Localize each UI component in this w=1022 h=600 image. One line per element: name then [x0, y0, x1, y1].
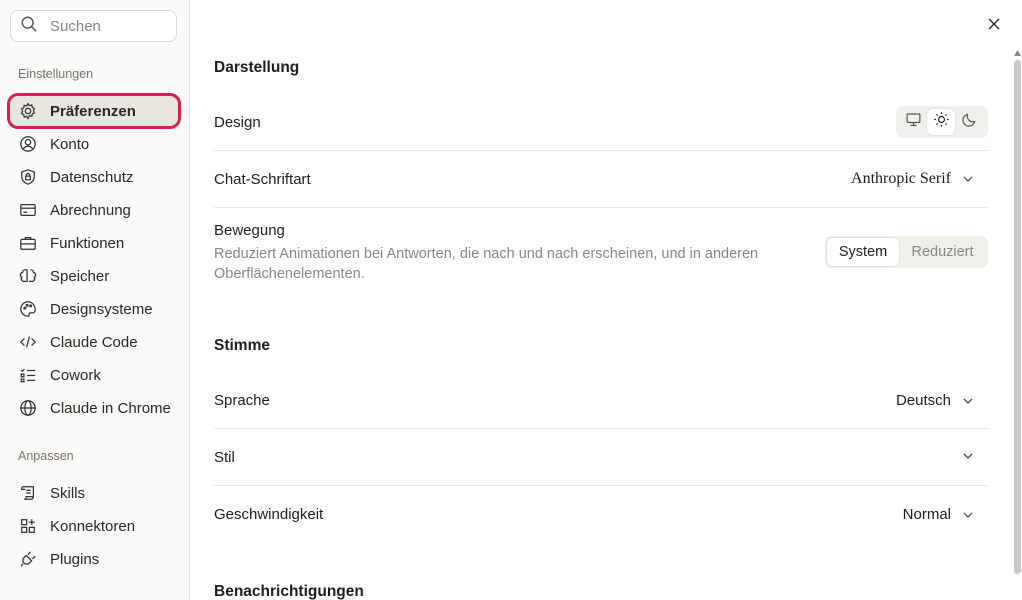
motion-reduced-button[interactable]: Reduziert — [899, 238, 986, 266]
sidebar-item-konto[interactable]: Konto — [10, 129, 178, 159]
speed-select[interactable]: Normal — [903, 506, 975, 523]
palette-icon — [19, 300, 37, 318]
sidebar-item-plugins[interactable]: Plugins — [10, 544, 178, 574]
motion-description: Reduziert Animationen bei Antworten, die… — [214, 246, 759, 282]
sidebar-item-label: Claude in Chrome — [50, 399, 171, 417]
sidebar-item-designsysteme[interactable]: Designsysteme — [10, 294, 178, 324]
sidebar-item-label: Datenschutz — [50, 168, 134, 186]
search-placeholder: Suchen — [50, 17, 101, 35]
design-dark-button[interactable] — [955, 109, 983, 135]
search-input[interactable]: Suchen — [10, 10, 177, 42]
monitor-icon — [905, 111, 922, 133]
language-value: Deutsch — [895, 392, 951, 409]
divider — [214, 485, 988, 486]
sidebar-item-funktionen[interactable]: Funktionen — [10, 228, 178, 258]
globe-icon — [19, 399, 37, 417]
chevron-down-icon — [961, 508, 975, 522]
gear-icon — [19, 102, 37, 120]
divider — [214, 150, 988, 151]
grid-plus-icon — [19, 517, 37, 535]
sidebar-item-label: Claude Code — [50, 333, 138, 351]
customize-section-label: Anpassen — [18, 449, 74, 463]
chevron-down-icon — [961, 394, 975, 408]
sidebar-item-skills[interactable]: Skills — [10, 478, 178, 508]
section-title-appearance: Darstellung — [214, 59, 300, 76]
style-select[interactable] — [951, 449, 975, 463]
motion-system-button[interactable]: System — [827, 238, 899, 266]
language-label: Sprache — [214, 392, 270, 409]
sidebar-item-label: Speicher — [50, 267, 110, 285]
divider — [214, 207, 988, 208]
checklist-icon — [19, 366, 37, 384]
chevron-down-icon — [961, 172, 975, 186]
section-title-notifications: Benachrichtigungen — [214, 583, 364, 600]
credit-card-icon — [19, 201, 37, 219]
scroll-icon — [19, 484, 37, 502]
chevron-down-icon — [961, 449, 975, 463]
sidebar-item-label: Konto — [50, 135, 90, 153]
chat-font-value: Anthropic Serif — [851, 170, 951, 187]
section-title-voice: Stimme — [214, 337, 270, 354]
design-light-button[interactable] — [927, 109, 955, 135]
sun-icon — [933, 111, 950, 133]
sidebar-item-label: Funktionen — [50, 234, 125, 252]
sidebar-item-praferenzen[interactable]: Präferenzen — [7, 93, 181, 129]
plug-icon — [19, 550, 37, 568]
sidebar: Suchen Einstellungen Präferenzen Konto D… — [0, 0, 190, 600]
design-system-button[interactable] — [899, 109, 927, 135]
design-label: Design — [214, 114, 261, 131]
scrollbar-thumb[interactable] — [1014, 60, 1021, 574]
chat-font-select[interactable]: Anthropic Serif — [851, 170, 975, 188]
speed-value: Normal — [902, 506, 951, 523]
settings-section-label: Einstellungen — [18, 67, 94, 81]
moon-icon — [961, 111, 978, 133]
sidebar-item-label: Skills — [50, 484, 86, 502]
scroll-up-arrow[interactable] — [1013, 44, 1022, 56]
language-select[interactable]: Deutsch — [896, 392, 975, 409]
shield-lock-icon — [19, 168, 37, 186]
sidebar-item-datenschutz[interactable]: Datenschutz — [10, 162, 178, 192]
sidebar-item-claude-code[interactable]: Claude Code — [10, 327, 178, 357]
close-button[interactable] — [984, 16, 1004, 36]
sidebar-item-speicher[interactable]: Speicher — [10, 261, 178, 291]
briefcase-icon — [19, 234, 37, 252]
search-icon — [20, 15, 38, 38]
memory-icon — [19, 267, 37, 285]
speed-label: Geschwindigkeit — [214, 506, 324, 523]
sidebar-item-label: Plugins — [50, 550, 100, 568]
code-icon — [19, 333, 37, 351]
sidebar-item-label: Cowork — [50, 366, 101, 384]
sidebar-item-label: Designsysteme — [50, 300, 153, 318]
motion-label: Bewegung — [214, 222, 285, 239]
divider — [214, 428, 988, 429]
design-toggle-group — [896, 106, 988, 138]
sidebar-item-cowork[interactable]: Cowork — [10, 360, 178, 390]
sidebar-item-label: Konnektoren — [50, 517, 136, 535]
user-circle-icon — [19, 135, 37, 153]
sidebar-item-claude-in-chrome[interactable]: Claude in Chrome — [10, 393, 178, 423]
sidebar-item-abrechnung[interactable]: Abrechnung — [10, 195, 178, 225]
sidebar-item-label: Abrechnung — [50, 201, 131, 219]
sidebar-item-label: Präferenzen — [50, 102, 136, 120]
sidebar-item-konnektoren[interactable]: Konnektoren — [10, 511, 178, 541]
style-label: Stil — [214, 449, 235, 466]
chat-font-label: Chat-Schriftart — [214, 171, 311, 188]
motion-segmented-control: System Reduziert — [825, 236, 988, 268]
close-icon — [987, 17, 1001, 36]
